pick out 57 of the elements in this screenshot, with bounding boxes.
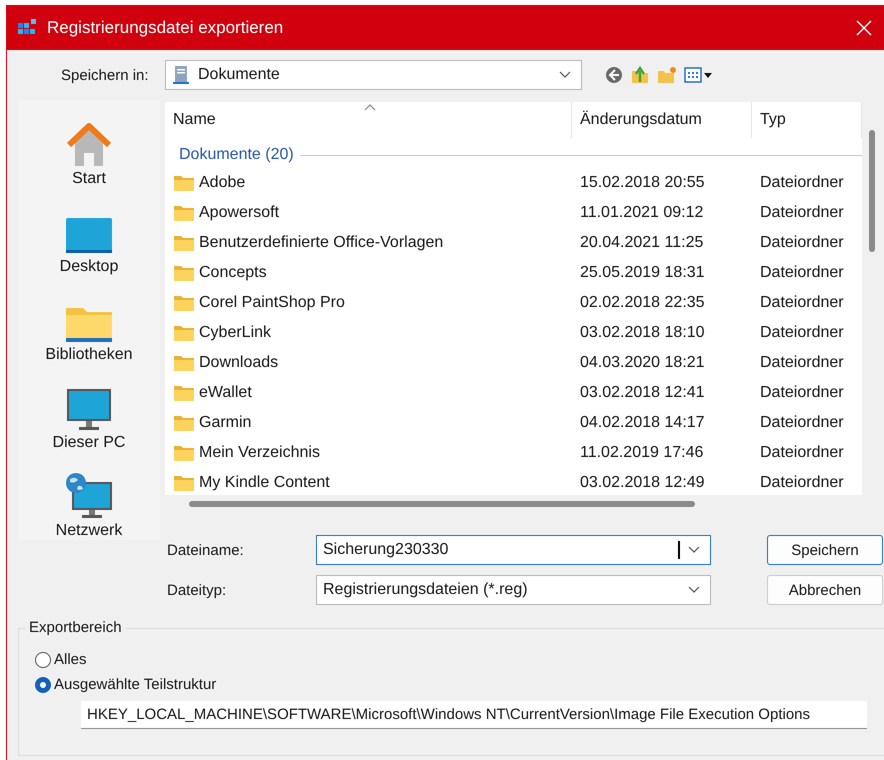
group-header[interactable]: Dokumente (20)	[179, 146, 294, 164]
file-row[interactable]: Adobe 15.02.2018 20:55 Dateiordner	[165, 168, 862, 198]
save-button[interactable]: Speichern	[767, 535, 883, 565]
column-header[interactable]: Name	[165, 102, 572, 138]
file-row[interactable]: Benutzerdefinierte Office-Vorlagen 20.04.2021 11:25 Dateiordner	[165, 228, 862, 258]
file-row[interactable]: Corel PaintShop Pro 02.02.2018 22:35 Dateiordner	[165, 288, 862, 318]
chevron-down-icon	[688, 586, 700, 594]
cancel-button[interactable]: Abbrechen	[767, 575, 883, 605]
folder-icon	[173, 474, 195, 492]
folder-icon	[173, 414, 195, 432]
folder-icon	[173, 204, 195, 222]
folder-icon	[173, 324, 195, 342]
save-in-label: Speichern in:	[61, 66, 150, 84]
back-icon[interactable]	[604, 65, 624, 85]
folder-icon	[173, 444, 195, 462]
file-row[interactable]: Concepts 25.05.2019 18:31 Dateiordner	[165, 258, 862, 288]
file-row[interactable]: eWallet 03.02.2018 12:41 Dateiordner	[165, 378, 862, 408]
branch-field[interactable]: HKEY_LOCAL_MACHINE\SOFTWARE\Microsoft\Windows NT\CurrentVersion\Image File Execution Options	[81, 701, 867, 729]
place-item[interactable]: Dieser PC	[52, 372, 126, 452]
chevron-down-icon	[559, 71, 571, 79]
folder-icon	[173, 294, 195, 312]
file-name-field[interactable]: Sicherung230330	[316, 535, 711, 565]
folder-icon	[173, 354, 195, 372]
file-row[interactable]: Apowersoft 11.01.2021 09:12 Dateiordner	[165, 198, 862, 228]
window-title: Registrierungsdatei exportieren	[47, 18, 284, 38]
column-header[interactable]: Änderungsdatum	[572, 102, 752, 138]
folder-icon	[173, 384, 195, 402]
file-type-label: Dateityp:	[166, 582, 228, 598]
file-row[interactable]: My Kindle Content 03.02.2018 12:49 Dateiordner	[165, 468, 862, 495]
close-icon[interactable]	[856, 20, 872, 36]
sort-up-icon	[364, 104, 376, 111]
document-icon	[172, 65, 190, 85]
radio-option[interactable]: Ausgewählte Teilstruktur	[35, 676, 884, 693]
monitor-icon	[65, 388, 113, 432]
group-title: Exportbereich	[25, 619, 126, 636]
new-folder-icon[interactable]	[656, 65, 678, 85]
place-item[interactable]: Bibliotheken	[45, 284, 133, 364]
desktop-icon	[64, 216, 113, 256]
network-icon	[64, 472, 114, 520]
folder-icon	[173, 234, 195, 252]
file-row[interactable]: Mein Verzeichnis 11.02.2019 17:46 Dateiordner	[165, 438, 862, 468]
file-row[interactable]: CyberLink 03.02.2018 18:10 Dateiordner	[165, 318, 862, 348]
file-row[interactable]: Downloads 04.03.2020 18:21 Dateiordner	[165, 348, 862, 378]
radio-option[interactable]: Alles	[35, 651, 884, 668]
folder-icon	[173, 174, 195, 192]
file-type-dropdown[interactable]: Registrierungsdateien (*.reg)	[316, 575, 711, 605]
folder-up-icon[interactable]	[630, 65, 650, 85]
chevron-down-icon	[688, 546, 700, 554]
folder-icon	[173, 264, 195, 282]
view-menu-icon[interactable]	[684, 65, 714, 85]
file-row[interactable]: Garmin 04.02.2018 14:17 Dateiordner	[165, 408, 862, 438]
location-dropdown[interactable]: Dokumente	[165, 60, 582, 90]
house-icon	[65, 120, 113, 168]
file-name-label: Dateiname:	[166, 542, 245, 558]
place-item[interactable]: Desktop	[60, 196, 118, 276]
place-item[interactable]: Start	[65, 108, 113, 188]
place-item[interactable]: Netzwerk	[56, 460, 122, 540]
